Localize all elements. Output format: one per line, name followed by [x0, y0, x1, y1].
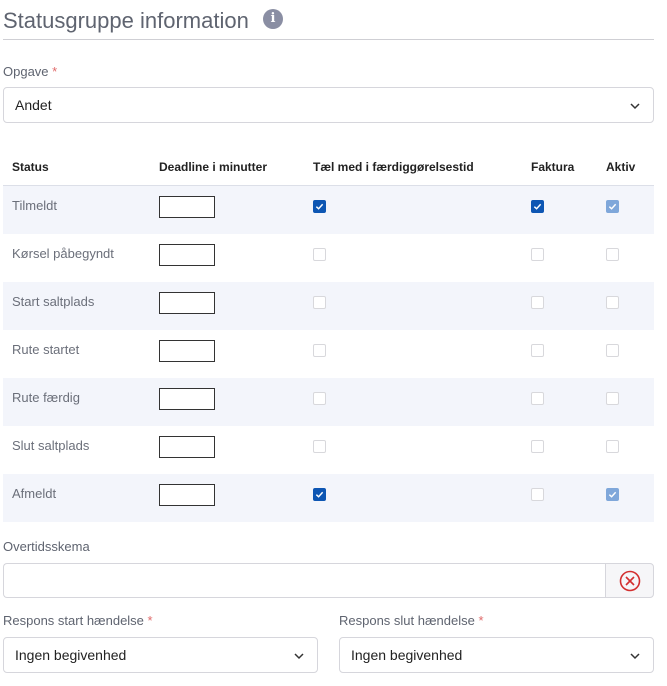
- table-row: Afmeldt: [3, 474, 654, 522]
- response-start-select[interactable]: Ingen begivenhed: [3, 637, 318, 673]
- count-checkbox[interactable]: [313, 200, 326, 213]
- column-header-active: Aktiv: [606, 160, 636, 174]
- active-checkbox[interactable]: [606, 200, 619, 213]
- status-name: Kørsel påbegyndt: [12, 246, 114, 261]
- check-icon: [608, 491, 617, 498]
- deadline-input[interactable]: [159, 196, 215, 218]
- chevron-down-icon: [630, 103, 640, 110]
- overtime-input[interactable]: [3, 563, 606, 598]
- chevron-down-icon: [630, 653, 640, 660]
- count-checkbox[interactable]: [313, 344, 326, 357]
- table-row: Slut saltplads: [3, 426, 654, 474]
- close-circle-icon: [619, 570, 641, 592]
- active-checkbox[interactable]: [606, 344, 619, 357]
- check-icon: [315, 203, 324, 210]
- deadline-input[interactable]: [159, 388, 215, 410]
- deadline-input[interactable]: [159, 484, 215, 506]
- task-select-value: Andet: [15, 97, 52, 113]
- invoice-checkbox[interactable]: [531, 392, 544, 405]
- count-checkbox[interactable]: [313, 488, 326, 501]
- column-header-invoice: Faktura: [531, 160, 575, 174]
- response-end-value: Ingen begivenhed: [351, 647, 463, 663]
- invoice-checkbox[interactable]: [531, 296, 544, 309]
- status-name: Slut saltplads: [12, 438, 90, 453]
- column-header-status: Status: [12, 160, 49, 174]
- status-name: Afmeldt: [12, 486, 57, 501]
- table-row: Rute færdig: [3, 378, 654, 426]
- status-name: Rute startet: [12, 342, 80, 357]
- section-header: Statusgruppe information i: [3, 6, 654, 40]
- status-name: Rute færdig: [12, 390, 80, 405]
- deadline-input[interactable]: [159, 436, 215, 458]
- column-header-count: Tæl med i færdiggørelsestid: [313, 160, 474, 174]
- table-row: Kørsel påbegyndt: [3, 234, 654, 282]
- table-row: Rute startet: [3, 330, 654, 378]
- response-start-value: Ingen begivenhed: [15, 647, 127, 663]
- active-checkbox[interactable]: [606, 440, 619, 453]
- count-checkbox[interactable]: [313, 296, 326, 309]
- active-checkbox[interactable]: [606, 392, 619, 405]
- check-icon: [315, 491, 324, 498]
- deadline-input[interactable]: [159, 340, 215, 362]
- active-checkbox[interactable]: [606, 248, 619, 261]
- response-start-label: Respons start hændelse *: [3, 613, 153, 628]
- column-header-deadline: Deadline i minutter: [159, 160, 268, 174]
- check-icon: [533, 203, 542, 210]
- clear-button[interactable]: [605, 563, 654, 598]
- deadline-input[interactable]: [159, 292, 215, 314]
- task-label: Opgave *: [3, 64, 58, 79]
- active-checkbox[interactable]: [606, 296, 619, 309]
- active-checkbox[interactable]: [606, 488, 619, 501]
- count-checkbox[interactable]: [313, 392, 326, 405]
- table-header-row: Status Deadline i minutter Tæl med i fær…: [3, 150, 654, 186]
- status-name: Start saltplads: [12, 294, 95, 309]
- response-end-select[interactable]: Ingen begivenhed: [339, 637, 654, 673]
- response-end-label: Respons slut hændelse *: [339, 613, 484, 628]
- table-row: Tilmeldt: [3, 186, 654, 234]
- required-mark: *: [52, 64, 58, 79]
- section-title: Statusgruppe information: [3, 8, 249, 33]
- table-row: Start saltplads: [3, 282, 654, 330]
- invoice-checkbox[interactable]: [531, 440, 544, 453]
- invoice-checkbox[interactable]: [531, 248, 544, 261]
- info-icon[interactable]: i: [263, 9, 283, 29]
- overtime-label: Overtidsskema: [3, 539, 90, 554]
- required-mark: *: [478, 613, 484, 628]
- count-checkbox[interactable]: [313, 440, 326, 453]
- deadline-input[interactable]: [159, 244, 215, 266]
- invoice-checkbox[interactable]: [531, 200, 544, 213]
- count-checkbox[interactable]: [313, 248, 326, 261]
- check-icon: [608, 203, 617, 210]
- required-mark: *: [147, 613, 153, 628]
- chevron-down-icon: [294, 653, 304, 660]
- invoice-checkbox[interactable]: [531, 344, 544, 357]
- invoice-checkbox[interactable]: [531, 488, 544, 501]
- status-name: Tilmeldt: [12, 198, 58, 213]
- task-select[interactable]: Andet: [3, 87, 654, 123]
